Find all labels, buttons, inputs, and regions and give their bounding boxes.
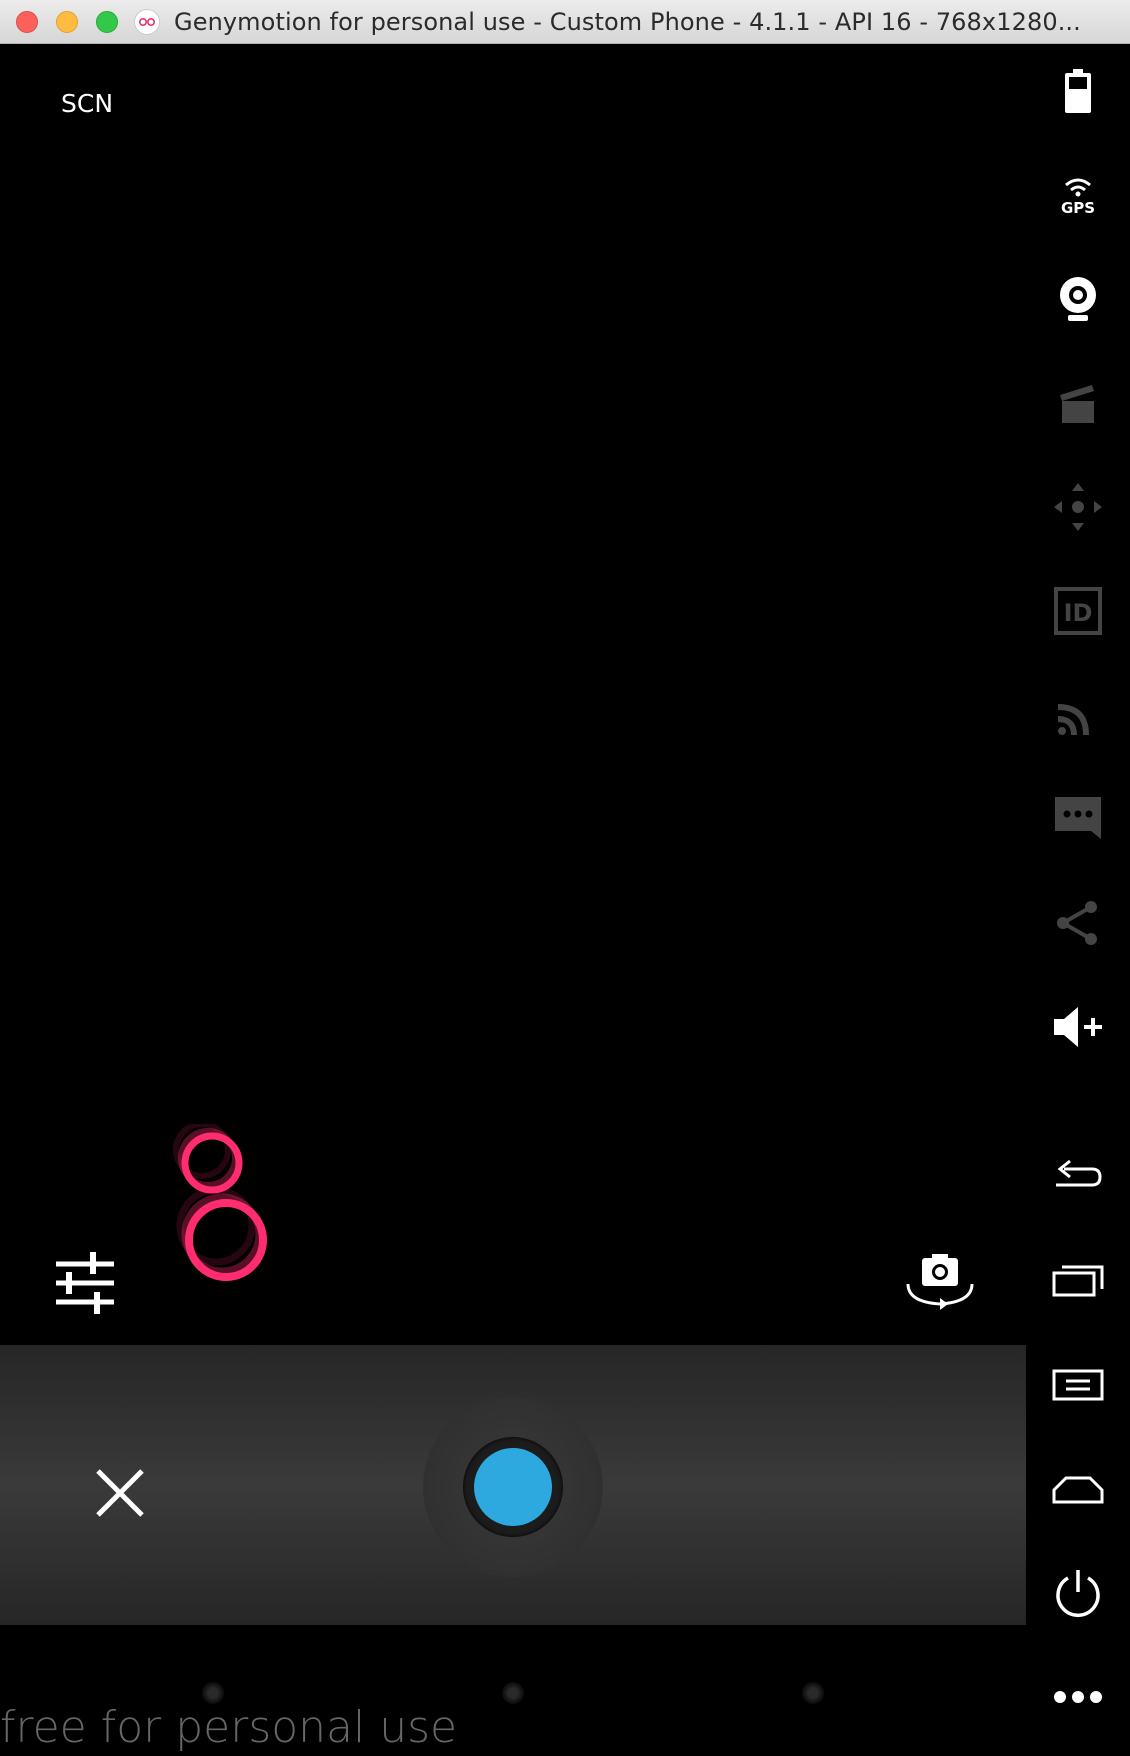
watermark-text: free for personal use (0, 1702, 458, 1753)
signal-icon[interactable] (1048, 685, 1108, 745)
touch-indicator (170, 1121, 310, 1304)
title-bar: Genymotion for personal use - Custom Pho… (0, 0, 1130, 44)
power-icon[interactable] (1048, 1563, 1108, 1623)
gps-label: GPS (1061, 199, 1095, 217)
nav-recent-dot[interactable] (802, 1682, 824, 1704)
back-icon[interactable] (1048, 1147, 1108, 1207)
nav-back-dot[interactable] (202, 1682, 224, 1704)
minimize-window-button[interactable] (56, 11, 78, 33)
shutter-area (423, 1397, 603, 1577)
menu-icon[interactable] (1048, 1355, 1108, 1415)
clapperboard-icon[interactable] (1048, 373, 1108, 433)
gps-icon[interactable]: GPS (1048, 165, 1108, 225)
camera-screen[interactable]: SCN free for personal use (0, 44, 1026, 1756)
camera-settings-icon[interactable] (52, 1250, 118, 1316)
close-icon[interactable] (90, 1463, 150, 1523)
genymotion-toolbar: GPS ID (1026, 44, 1130, 1756)
more-icon[interactable] (1048, 1667, 1108, 1727)
id-icon[interactable]: ID (1048, 581, 1108, 641)
genymotion-logo-icon (134, 9, 160, 35)
message-icon[interactable] (1048, 789, 1108, 849)
move-icon[interactable] (1048, 477, 1108, 537)
maximize-window-button[interactable] (96, 11, 118, 33)
webcam-icon[interactable] (1048, 269, 1108, 329)
shutter-ring (463, 1437, 563, 1537)
nav-home-dot[interactable] (502, 1682, 524, 1704)
shutter-button[interactable] (474, 1448, 552, 1526)
window-title: Genymotion for personal use - Custom Pho… (174, 8, 1081, 36)
scene-mode-label[interactable]: SCN (61, 89, 113, 118)
close-window-button[interactable] (16, 11, 38, 33)
genymotion-window: Genymotion for personal use - Custom Pho… (0, 0, 1130, 1756)
volume-up-icon[interactable] (1048, 997, 1108, 1057)
home-icon[interactable] (1048, 1459, 1108, 1519)
soft-navigation (0, 1682, 1026, 1704)
id-label: ID (1064, 599, 1093, 627)
recent-apps-icon[interactable] (1048, 1251, 1108, 1311)
camera-control-bar (0, 1345, 1026, 1625)
battery-icon[interactable] (1048, 62, 1108, 122)
switch-camera-icon[interactable] (900, 1252, 980, 1316)
share-icon[interactable] (1048, 893, 1108, 953)
